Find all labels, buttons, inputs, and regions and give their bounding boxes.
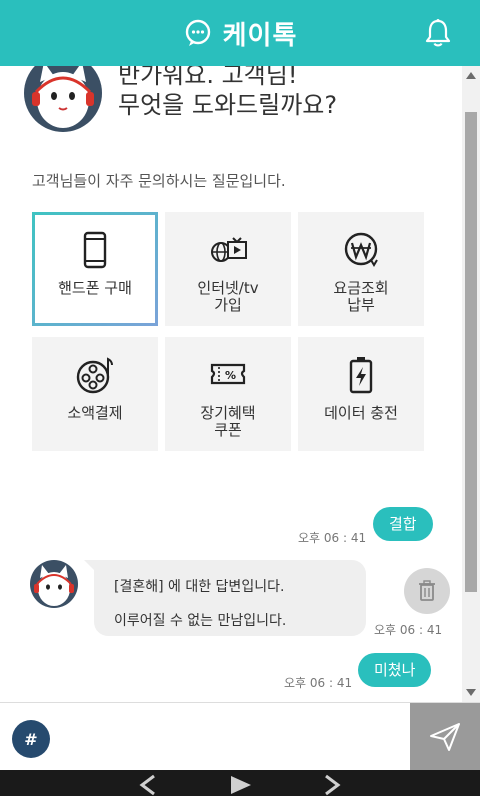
faq-tile-label: 요금조회 납부 [333,279,389,314]
faq-tile-label: 소액결제 [67,404,123,422]
faq-tile-micropayment[interactable]: 소액결제 [32,337,158,451]
faq-tile-label: 장기혜택 쿠폰 [200,404,256,439]
chat-bubble-icon [185,19,210,46]
app-header: 케이톡 [0,0,480,66]
header-title-group: 케이톡 [183,15,298,52]
send-button[interactable] [410,703,480,771]
play-icon[interactable] [228,774,254,796]
system-nav-bar [0,770,480,796]
send-icon [430,723,460,751]
message-time: 오후 06 : 41 [374,623,443,637]
app-title: 케이톡 [222,20,298,51]
message-input[interactable] [62,711,406,763]
chat-scrollbar[interactable] [462,66,480,702]
smartphone-icon [83,231,107,269]
scroll-thumb[interactable] [465,112,477,592]
message-input-bar: # [0,702,480,771]
faq-tile-phone-purchase[interactable]: 핸드폰 구매 [32,212,158,326]
greeting-line2: 무엇을 도와드릴까요? [118,91,338,119]
faq-tile-coupon[interactable]: % 장기혜택 쿠폰 [165,337,291,451]
delete-button[interactable] [404,568,450,614]
chevron-right-icon[interactable] [322,774,342,796]
scroll-up-arrow-icon[interactable] [466,72,476,79]
user-message-bubble[interactable]: 결합 [373,507,433,541]
bot-message-line1: [결혼해] 에 대한 답변입니다. [114,579,285,595]
faq-tile-internet-tv[interactable]: 인터넷/tv 가입 [165,212,291,326]
user-message-bubble[interactable]: 미쳤나 [358,653,432,687]
faq-tile-data-charge[interactable]: 데이터 충전 [298,337,424,451]
chat-screen: 케이톡 반가워요. 고객님! 무엇을 도와드릴까요? 고객님들이 자주 문의하시… [0,0,480,796]
bot-message-bubble[interactable]: [결혼해] 에 대한 답변입니다. 이루어질 수 없는 만남입니다. [84,560,366,636]
trash-icon [419,580,435,601]
faq-tile-label: 인터넷/tv 가입 [197,279,259,314]
chat-area[interactable]: 반가워요. 고객님! 무엇을 도와드릴까요? 고객님들이 자주 문의하시는 질문… [0,66,462,702]
faq-tile-label: 데이터 충전 [324,404,398,422]
greeting-text: 반가워요. 고객님! 무엇을 도와드릴까요? [118,66,337,120]
faq-intro: 고객님들이 자주 문의하시는 질문입니다. [32,172,286,190]
bot-avatar [30,560,78,608]
bot-avatar [24,66,102,132]
mascot-icon [30,560,78,608]
coupon-icon: % [210,363,246,385]
faq-tile-billing[interactable]: 요금조회 납부 [298,212,424,326]
hashtag-button[interactable]: # [12,720,50,758]
chevron-left-icon[interactable] [138,774,158,796]
internet-tv-icon [211,237,247,262]
message-time: 오후 06 : 41 [298,531,367,545]
film-reel-icon [76,357,113,394]
mascot-icon [24,66,102,132]
message-time: 오후 06 : 41 [284,676,353,690]
faq-tile-label: 핸드폰 구매 [58,279,132,297]
won-payment-icon [344,232,378,267]
battery-charge-icon [349,357,373,394]
bell-icon[interactable] [424,18,452,48]
svg-text:%: % [225,369,236,382]
bot-message-line2: 이루어질 수 없는 만남입니다. [114,613,287,629]
greeting-line1: 반가워요. 고객님! [118,66,298,89]
scroll-down-arrow-icon[interactable] [466,689,476,696]
